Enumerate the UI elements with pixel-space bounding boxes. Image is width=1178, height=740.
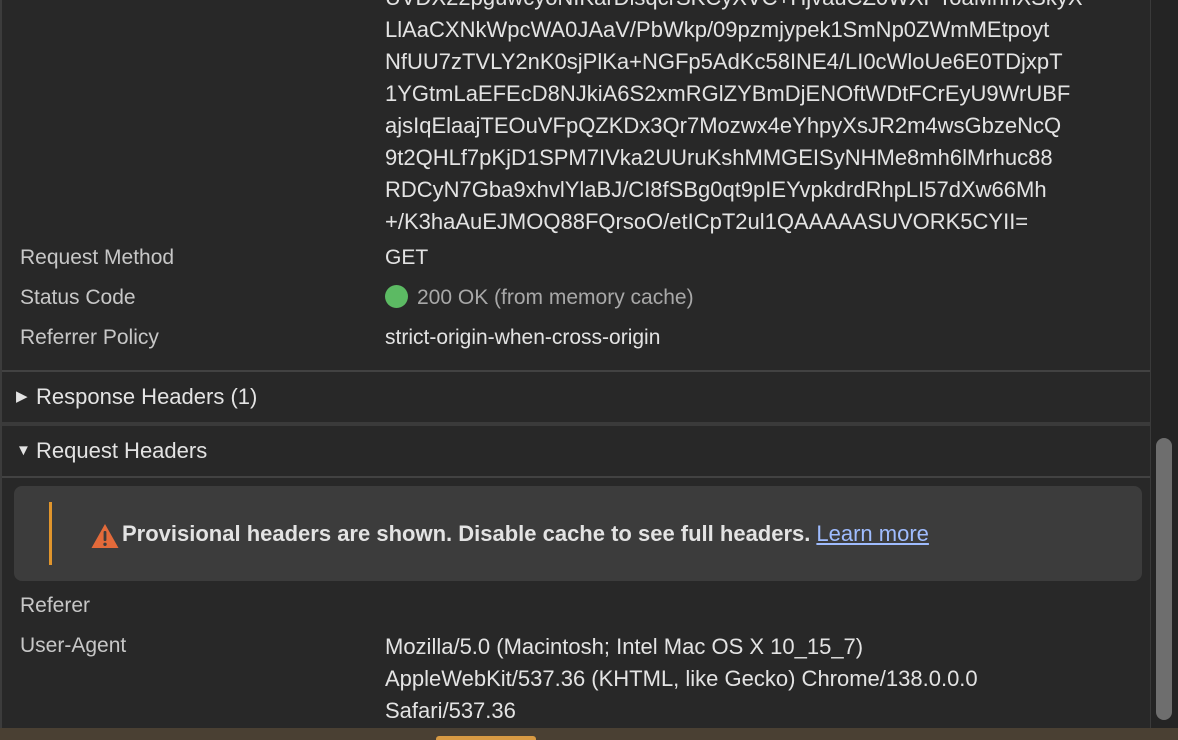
response-headers-section-toggle[interactable]: ▶ Response Headers (1) <box>2 372 1150 422</box>
warning-accent-bar <box>49 502 52 565</box>
request-method-value: GET <box>385 246 429 269</box>
request-headers-title: Request Headers <box>36 438 208 463</box>
warning-message: Provisional headers are shown. Disable c… <box>122 521 811 546</box>
scrollbar-thumb[interactable] <box>1156 438 1172 720</box>
data-url-line: +/K3haAuEJMOQ88FQrsoO/etICpT2ul1QAAAAASU… <box>385 209 1029 234</box>
referrer-policy-value: strict-origin-when-cross-origin <box>385 326 661 349</box>
data-url-line: ajsIqElaajTEOuVFpQZKDx3Qr7Mozwx4eYhpyXsJ… <box>385 113 1062 138</box>
request-headers-section-toggle[interactable]: ▼ Request Headers <box>2 426 1150 476</box>
user-agent-line: Safari/537.36 <box>385 698 516 723</box>
section-divider <box>2 476 1150 478</box>
data-url-line: NfUU7zTVLY2nK0sjPlKa+NGFp5AdKc58INE4/LI0… <box>385 49 1063 74</box>
referer-label: Referer <box>20 594 91 617</box>
status-code-value-wrap: 200 OK (from memory cache) <box>385 282 694 314</box>
bottom-strip <box>0 728 1178 740</box>
data-url-line: 1YGtmLaEFEcD8NJkiA6S2xmRGlZYBmDjENOftWDt… <box>385 81 1071 106</box>
headers-panel: UVDX22pguwcyoNIKarDlsqcrSKCyXVC+HjvauCZ0… <box>0 0 1150 740</box>
referrer-policy-label: Referrer Policy <box>20 326 159 349</box>
status-code-value: 200 OK (from memory cache) <box>417 286 694 309</box>
status-code-label: Status Code <box>20 286 136 309</box>
response-headers-title: Response Headers (1) <box>36 384 258 409</box>
bottom-tab-indicator <box>436 736 536 740</box>
user-agent-label: User-Agent <box>20 634 127 657</box>
warning-message-wrap: Provisional headers are shown. Disable c… <box>122 486 929 581</box>
learn-more-link[interactable]: Learn more <box>816 521 929 546</box>
triangle-right-icon: ▶ <box>16 388 28 405</box>
user-agent-line: Mozilla/5.0 (Macintosh; Intel Mac OS X 1… <box>385 634 864 659</box>
data-url-line: 9t2QHLf7pKjD1SPM7IVka2UUruKshMMGEISyNHMe… <box>385 145 1053 170</box>
status-ok-dot-icon <box>385 285 408 308</box>
request-method-label: Request Method <box>20 246 175 269</box>
triangle-down-icon: ▼ <box>16 442 31 459</box>
user-agent-value: Mozilla/5.0 (Macintosh; Intel Mac OS X 1… <box>385 631 1145 727</box>
provisional-headers-warning: Provisional headers are shown. Disable c… <box>14 486 1142 581</box>
data-url-value: UVDX22pguwcyoNIKarDlsqcrSKCyXVC+HjvauCZ0… <box>385 0 1147 238</box>
warning-triangle-icon <box>91 524 119 548</box>
data-url-line: RDCyN7Gba9xhvlYlaBJ/CI8fSBg0qt9pIEYvpkdr… <box>385 177 1047 202</box>
data-url-line: LlAaCXNkWpcWA0JAaV/PbWkp/09pzmjypek1SmNp… <box>385 17 1050 42</box>
data-url-line: UVDX22pguwcyoNIKarDlsqcrSKCyXVC+HjvauCZ0… <box>385 0 1147 14</box>
user-agent-line: AppleWebKit/537.36 (KHTML, like Gecko) C… <box>385 666 978 691</box>
